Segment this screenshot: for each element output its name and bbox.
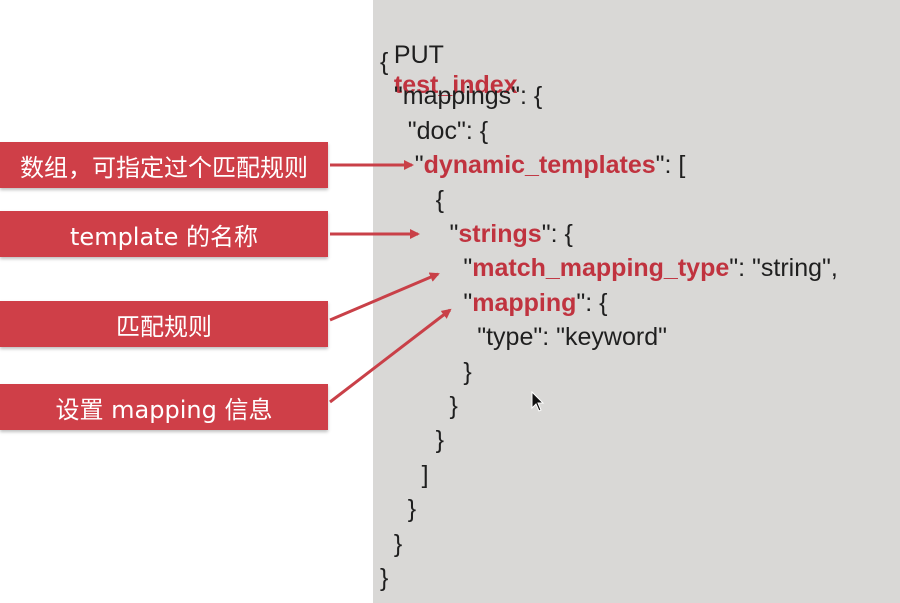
arrow-to-mapping [329, 308, 452, 404]
mouse-cursor-icon [531, 391, 545, 412]
arrow-to-match-mapping-type [329, 272, 440, 322]
arrows-layer [329, 160, 452, 404]
